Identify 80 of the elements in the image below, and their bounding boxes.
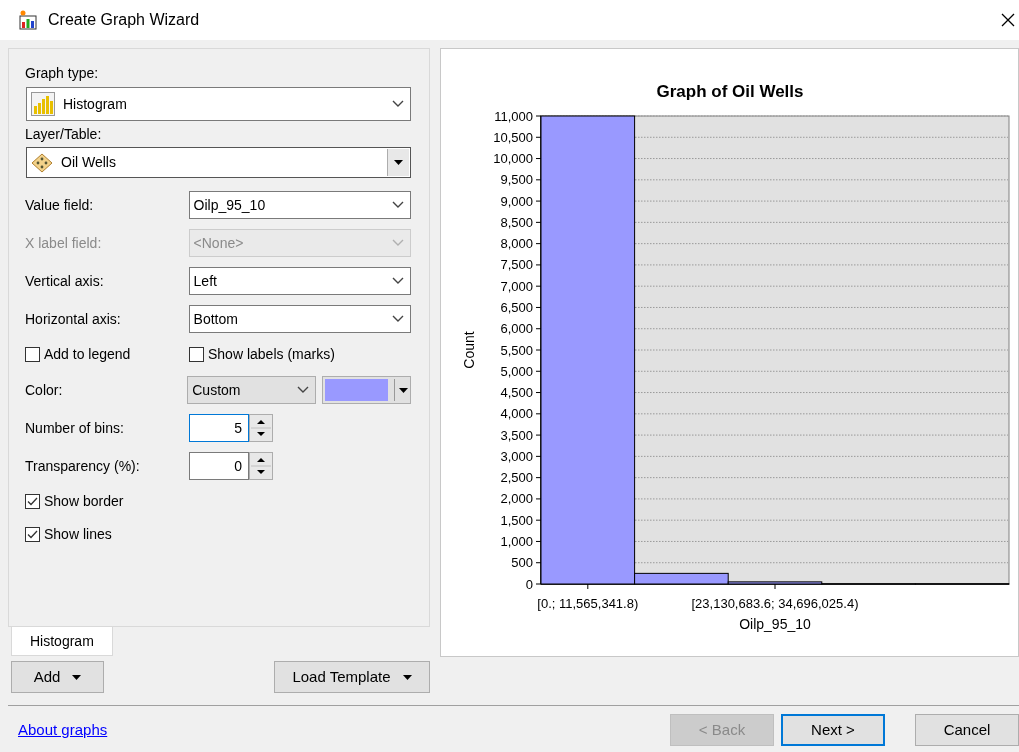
axis-tick-label: 10,000 [493,151,533,167]
checkbox-label: Show labels (marks) [208,345,335,364]
checkbox-label: Show lines [44,525,112,544]
checkbox[interactable] [189,347,204,362]
chevron-icon [392,239,404,247]
checkbox[interactable] [25,494,40,509]
window-title: Create Graph Wizard [48,10,200,30]
field-label: Layer/Table: [25,125,103,144]
add-button[interactable]: Add [11,661,104,693]
point-layer-icon [31,152,53,173]
number-field[interactable]: 0 [189,452,249,480]
chevron-icon [297,386,309,394]
number-field[interactable]: 5 [189,414,249,442]
axis-tick-label: 5,000 [500,363,533,379]
dropdown-button[interactable] [387,149,409,176]
histogram-icon [31,92,55,116]
dropdown-field[interactable]: Oilp_95_10 [188,191,411,219]
axis-tick-label: 1,000 [500,533,533,549]
axis-tick-label: 4,000 [500,406,533,422]
axis-tick-label: 500 [511,555,533,571]
checkbox-label: Add to legend [44,345,131,364]
chart-icon [18,10,38,30]
caret-icon [399,387,408,393]
axis-tick-label: 3,000 [500,448,533,464]
axis-title: Count [461,331,477,369]
axis-tick-label: 7,500 [500,257,533,273]
caret-icon [402,674,412,680]
field-label: Graph type: [25,64,100,83]
graph-type-select[interactable]: Histogram [26,87,411,121]
cancel-button[interactable]: Cancel [915,714,1019,746]
axis-tick-label: 4,500 [500,385,533,401]
axis-tick-label: [0.; 11,565,341.8) [537,596,639,611]
chart-title: Graph of Oil Wells [656,82,804,101]
color-picker-button[interactable] [322,376,411,404]
dropdown-field[interactable]: Custom [187,376,316,404]
axis-tick-label: 2,000 [500,491,533,507]
chevron-icon [392,277,404,285]
axis-tick-label: 3,500 [500,427,533,443]
load-template-button[interactable]: Load Template [274,661,430,693]
check-icon [27,497,38,506]
axis-tick-label: 8,500 [500,214,533,230]
caret-icon [394,160,403,165]
field-label: Vertical axis: [25,271,105,291]
axis-tick-label: [23,130,683.6; 34,696,025.4) [691,596,859,611]
field-label: Transparency (%): [25,456,141,476]
dropdown-field[interactable]: Left [188,267,411,295]
axis-tick-label: 7,000 [500,278,533,294]
axis-tick-label: 6,000 [500,321,533,337]
spinner-icon[interactable] [249,452,273,480]
check-icon [27,530,38,539]
checkbox-label: Show border [44,492,124,511]
tab[interactable]: Histogram [11,627,113,656]
chevron-icon [392,201,404,209]
checkbox[interactable] [25,527,40,542]
close-icon[interactable] [1001,13,1015,27]
field-label: Number of bins: [25,418,125,438]
axis-tick-label: 9,000 [500,193,533,209]
axis-tick-label: 5,500 [500,342,533,358]
field-label: Color: [25,380,64,400]
caret-icon [72,674,82,680]
dropdown-field[interactable]: Bottom [188,305,411,333]
field-label: X label field: [25,233,103,253]
axis-tick-label: 0 [525,576,533,592]
help-link[interactable]: About graphs [18,718,108,742]
axis-title: Oilp_95_10 [739,616,811,632]
axis-tick-label: 2,500 [500,470,533,486]
axis-tick-label: 11,000 [494,108,533,124]
field-label: Value field: [25,195,95,215]
axis-tick-label: 6,500 [500,299,533,315]
checkbox[interactable] [25,347,40,362]
axis-tick-label: 9,500 [500,172,533,188]
axis-tick-label: 1,500 [500,512,533,528]
chevron-icon [392,100,404,108]
axis-tick-label: 8,000 [500,236,533,252]
spinner-icon[interactable] [249,414,273,442]
field-label: Horizontal axis: [25,309,122,329]
axis-tick-label: 10,500 [493,129,533,145]
chevron-icon [392,315,404,323]
next-button[interactable]: Next > [781,714,885,746]
layer-select[interactable]: Oil Wells [26,147,411,178]
